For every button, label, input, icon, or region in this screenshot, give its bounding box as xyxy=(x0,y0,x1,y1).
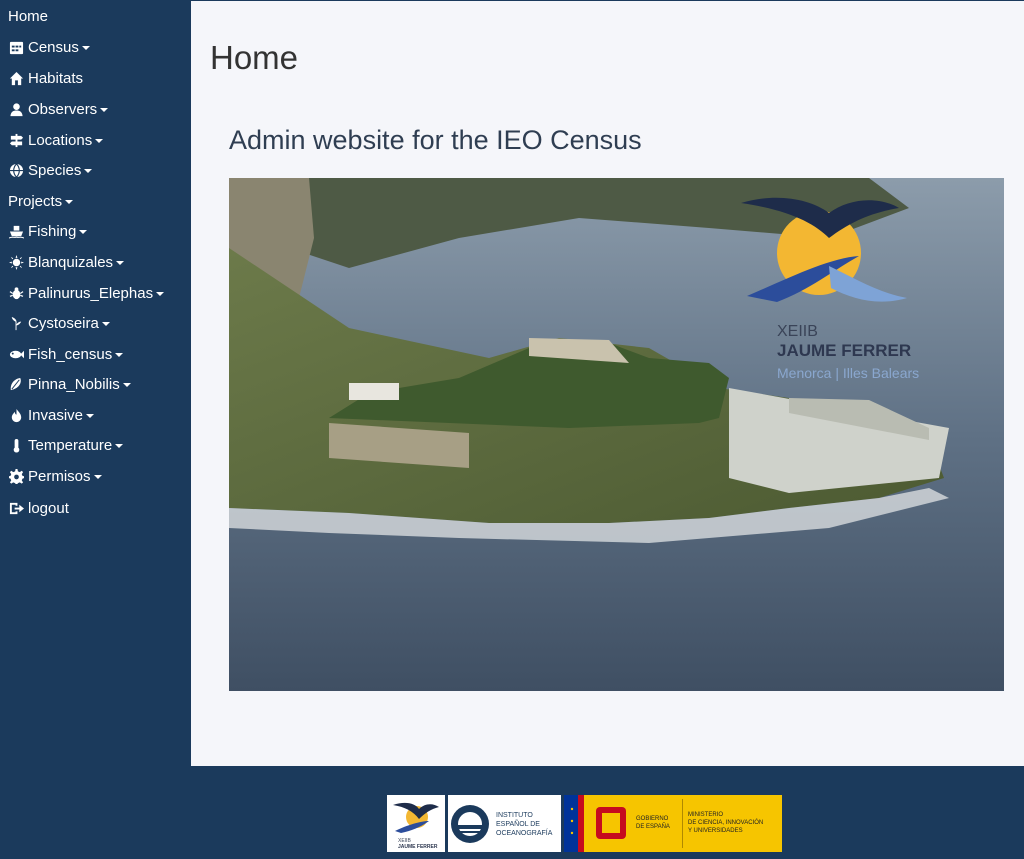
sidebar-item-home[interactable]: Home xyxy=(8,4,48,28)
sidebar-item-label: Projects xyxy=(8,192,63,210)
sidebar-item-fishing[interactable]: Fishing xyxy=(8,219,88,243)
hero-image: XEIIB JAUME FERRER Menorca | Illes Balea… xyxy=(229,178,1004,691)
sidebar-item-permisos[interactable]: Permisos xyxy=(8,464,102,488)
caret-down-icon xyxy=(65,200,74,204)
sidebar-item-cystoseira[interactable]: Cystoseira xyxy=(8,311,110,335)
svg-text:Menorca | Illes Balears: Menorca | Illes Balears xyxy=(777,365,919,381)
caret-down-icon xyxy=(86,414,95,418)
main-content: Home Admin website for the IEO Census XE… xyxy=(191,0,1024,766)
sidebar-item-label: Pinna_Nobilis xyxy=(28,375,120,393)
sidebar: Home Census Habitats Observers Locations Spec… xyxy=(0,0,191,766)
svg-text:DE CIENCIA, INNOVACIÓN: DE CIENCIA, INNOVACIÓN xyxy=(688,819,763,826)
caret-down-icon xyxy=(81,46,90,50)
sidebar-item-species[interactable]: Species xyxy=(8,158,93,182)
caret-down-icon xyxy=(115,444,124,448)
sun-icon xyxy=(8,254,24,270)
svg-text:MINISTERIO: MINISTERIO xyxy=(688,812,723,818)
sidebar-item-blanquizales[interactable]: Blanquizales xyxy=(8,250,125,274)
sidebar-item-label: Census xyxy=(28,38,79,56)
svg-text:GOBIERNO: GOBIERNO xyxy=(636,816,669,822)
logout-icon xyxy=(8,500,24,516)
svg-text:OCEANOGRAFÍA: OCEANOGRAFÍA xyxy=(496,828,553,837)
signpost-icon xyxy=(8,132,24,148)
shell-icon xyxy=(8,376,24,392)
sidebar-item-pinna-nobilis[interactable]: Pinna_Nobilis xyxy=(8,372,131,396)
sidebar-item-label: Temperature xyxy=(28,436,113,454)
caret-down-icon xyxy=(95,139,104,143)
caret-down-icon xyxy=(79,230,88,234)
sidebar-item-label: Invasive xyxy=(28,406,84,424)
caret-down-icon xyxy=(93,475,102,479)
sidebar-item-temperature[interactable]: Temperature xyxy=(8,433,124,457)
xeiib-footer-logo: XEIIB JAUME FERRER xyxy=(387,795,445,852)
sidebar-item-locations[interactable]: Locations xyxy=(8,128,104,152)
sidebar-item-label: Habitats xyxy=(28,69,84,87)
boat-icon xyxy=(8,223,24,239)
caret-down-icon xyxy=(156,292,165,296)
globe-icon xyxy=(8,162,24,178)
sidebar-item-census[interactable]: Census xyxy=(8,35,90,59)
sidebar-item-label: Cystoseira xyxy=(28,314,99,332)
gear-icon xyxy=(8,468,24,484)
caret-down-icon xyxy=(116,261,125,265)
svg-text:JAUME FERRER: JAUME FERRER xyxy=(777,341,911,360)
sidebar-item-logout[interactable]: logout xyxy=(8,496,69,520)
sidebar-item-palinurus-elephas[interactable]: Palinurus_Elephas xyxy=(8,281,165,305)
sidebar-item-label: Blanquizales xyxy=(28,253,114,271)
svg-text:JAUME FERRER: JAUME FERRER xyxy=(398,844,438,850)
home-icon xyxy=(8,70,24,86)
svg-text:INSTITUTO: INSTITUTO xyxy=(496,812,533,819)
sidebar-item-habitats[interactable]: Habitats xyxy=(8,66,83,90)
footer-logos: XEIIB JAUME FERRER INSTITUTO ESPAÑOL DE … xyxy=(387,795,782,853)
sidebar-item-fish-census[interactable]: Fish_census xyxy=(8,342,124,366)
seaweed-icon xyxy=(8,315,24,331)
gobierno-footer-logo: GOBIERNO DE ESPAÑA MINISTERIO DE CIENCIA… xyxy=(564,795,782,852)
calendar-icon xyxy=(8,39,24,55)
ieo-footer-logo: INSTITUTO ESPAÑOL DE OCEANOGRAFÍA xyxy=(448,795,561,852)
caret-down-icon xyxy=(100,108,109,112)
page-title: Home xyxy=(210,39,299,76)
bug-icon xyxy=(8,285,24,301)
sidebar-item-invasive[interactable]: Invasive xyxy=(8,403,95,427)
sidebar-item-label: Permisos xyxy=(28,467,91,485)
sidebar-item-projects[interactable]: Projects xyxy=(8,189,74,213)
sidebar-item-label: Fishing xyxy=(28,222,77,240)
svg-text:DE ESPAÑA: DE ESPAÑA xyxy=(636,823,670,830)
sidebar-item-label: Palinurus_Elephas xyxy=(28,284,154,302)
svg-text:Y UNIVERSIDADES: Y UNIVERSIDADES xyxy=(688,828,743,834)
fish-icon xyxy=(8,346,24,362)
sidebar-item-label: Fish_census xyxy=(28,345,113,363)
user-icon xyxy=(8,101,24,117)
sidebar-item-label: Observers xyxy=(28,100,98,118)
sidebar-item-label: logout xyxy=(28,499,69,517)
caret-down-icon xyxy=(122,383,131,387)
caret-down-icon xyxy=(101,322,110,326)
page-subtitle: Admin website for the IEO Census xyxy=(229,125,642,155)
sidebar-item-observers[interactable]: Observers xyxy=(8,97,109,121)
svg-text:XEIIB: XEIIB xyxy=(777,323,818,340)
sidebar-item-label: Species xyxy=(28,161,82,179)
caret-down-icon xyxy=(115,353,124,357)
fire-icon xyxy=(8,407,24,423)
sidebar-item-label: Home xyxy=(8,7,49,25)
svg-text:ESPAÑOL DE: ESPAÑOL DE xyxy=(496,819,540,828)
sidebar-item-label: Locations xyxy=(28,131,93,149)
thermometer-icon xyxy=(8,437,24,453)
caret-down-icon xyxy=(84,169,93,173)
